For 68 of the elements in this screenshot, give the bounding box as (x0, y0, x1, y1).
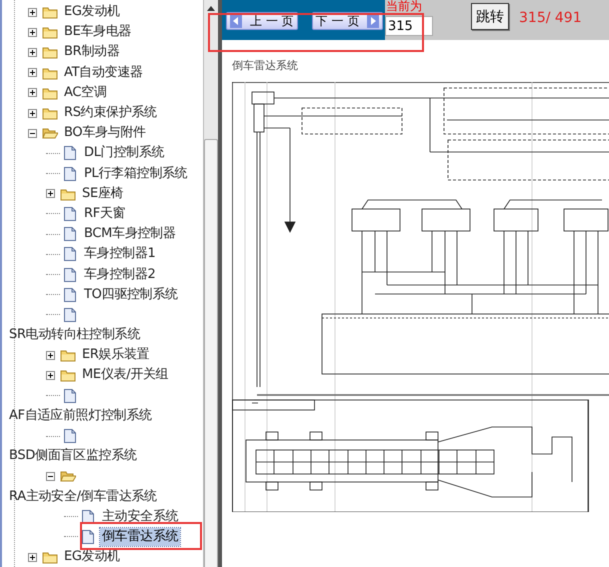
folder-icon[interactable] (60, 348, 76, 362)
document-icon[interactable] (64, 206, 76, 221)
tree-item[interactable]: TO四驱控制系统 (82, 286, 180, 304)
open-folder-icon[interactable] (60, 469, 76, 484)
tree-item[interactable]: BCM车身控制器 (82, 225, 178, 244)
tree-item[interactable]: DL门控制系统 (82, 144, 166, 162)
document-icon[interactable] (82, 530, 94, 544)
tree-item[interactable]: 车身控制器1 (82, 245, 158, 264)
tree-item[interactable]: AC空调 (62, 84, 109, 102)
scroll-thumb[interactable] (204, 139, 218, 567)
tree-item[interactable]: 主动安全系统 (100, 508, 180, 526)
expand-icon[interactable] (46, 370, 55, 380)
tree-item[interactable]: RF天窗 (82, 204, 128, 223)
expand-icon[interactable] (46, 350, 55, 360)
tree-item[interactable]: ME仪表/开关组 (80, 366, 170, 384)
document-icon[interactable] (64, 268, 76, 282)
folder-icon[interactable] (42, 25, 58, 40)
collapse-icon[interactable] (46, 472, 55, 481)
page-count: 315/ 491 (519, 10, 582, 26)
tree-item[interactable]: SE座椅 (80, 184, 126, 203)
expand-icon[interactable] (28, 28, 37, 37)
tree-item[interactable]: AF自适应前照灯控制系统 (7, 406, 154, 425)
document-icon[interactable] (64, 288, 76, 302)
document-icon[interactable] (64, 227, 76, 242)
document-title: 倒车雷达系统 (232, 58, 299, 74)
tree-item[interactable]: RS约束保护系统 (62, 104, 159, 122)
folder-icon[interactable] (42, 550, 58, 564)
scroll-up-icon[interactable] (207, 6, 215, 11)
folder-icon[interactable] (42, 86, 58, 100)
folder-icon[interactable] (42, 66, 58, 80)
expand-icon[interactable] (28, 68, 37, 78)
folder-icon[interactable] (42, 106, 58, 120)
expand-icon[interactable] (28, 8, 37, 17)
expand-icon[interactable] (28, 88, 37, 98)
expand-icon[interactable] (46, 189, 55, 198)
tree-item[interactable]: BO车身与附件 (62, 124, 148, 142)
tree-item[interactable]: 倒车雷达系统 (100, 528, 180, 546)
document-icon[interactable] (82, 510, 94, 524)
open-folder-icon[interactable] (42, 126, 58, 140)
folder-icon[interactable] (42, 45, 58, 60)
scrollbar[interactable] (203, 0, 218, 567)
folder-icon[interactable] (42, 5, 58, 20)
tree-item[interactable]: AT自动变速器 (62, 64, 145, 82)
document-icon[interactable] (64, 388, 76, 403)
tree-item[interactable]: BR制动器 (62, 43, 122, 62)
page-field[interactable]: 315 (385, 16, 433, 36)
document-icon[interactable] (64, 247, 76, 262)
jump-button[interactable]: 跳转 (471, 3, 509, 30)
tree-item[interactable]: EG发动机 (62, 3, 122, 22)
tree-item[interactable]: PL行李箱控制系统 (82, 164, 190, 183)
document-icon[interactable] (64, 308, 76, 322)
document-icon[interactable] (64, 146, 76, 160)
tree-item[interactable]: SR电动转向柱控制系统 (7, 326, 142, 344)
folder-icon[interactable] (60, 368, 76, 382)
tree-item[interactable]: BE车身电器 (62, 23, 134, 42)
collapse-icon[interactable] (28, 128, 37, 138)
document-icon[interactable] (64, 166, 76, 181)
tree-item[interactable]: EG发动机 (62, 548, 122, 566)
tree-item[interactable]: ER娱乐装置 (80, 346, 152, 364)
folder-icon[interactable] (60, 186, 76, 201)
tree-item[interactable]: BSD侧面盲区监控系统 (7, 447, 139, 466)
document-icon[interactable] (64, 429, 76, 444)
tree-item[interactable]: RA主动安全/倒车雷达系统 (7, 488, 159, 506)
expand-icon[interactable] (28, 48, 37, 57)
expand-icon[interactable] (28, 108, 37, 118)
tree-item[interactable]: 车身控制器2 (82, 266, 158, 284)
current-page-label: 当前为 (386, 0, 423, 12)
expand-icon[interactable] (28, 552, 37, 562)
